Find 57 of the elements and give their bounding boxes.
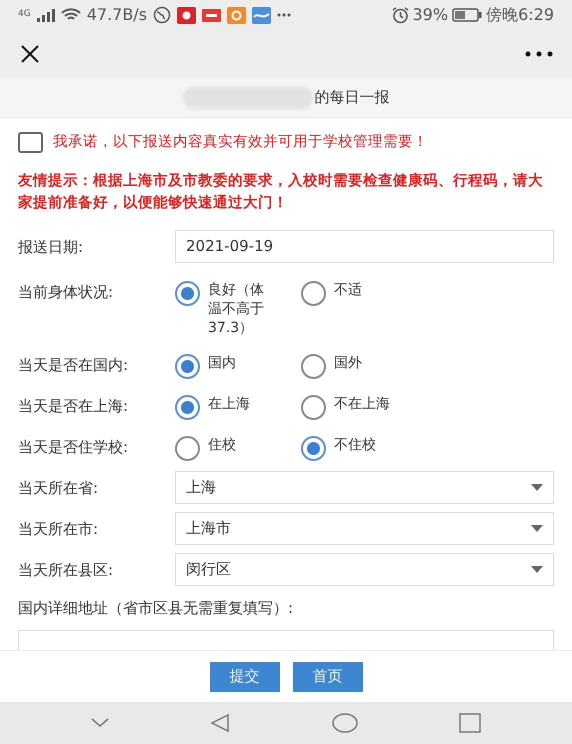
- radio-option[interactable]: 不住校: [301, 430, 427, 461]
- form-button[interactable]: 首页: [292, 662, 362, 692]
- field-label: 当天所在县区:: [18, 560, 114, 581]
- radio-option[interactable]: 不在上海: [301, 388, 427, 420]
- radio-button[interactable]: [175, 354, 200, 379]
- form-button[interactable]: 提交: [210, 662, 280, 692]
- select-field[interactable]: 闵行区: [175, 552, 554, 586]
- clock-time: 傍晚6:29: [486, 4, 554, 26]
- more-icon: [277, 13, 292, 17]
- radio-button[interactable]: [301, 280, 326, 306]
- field-label: 当天所在市:: [18, 518, 100, 540]
- pledge-text: 我承诺，以下报送内容真实有效并可用于学校管理需要！: [53, 132, 428, 152]
- recents-icon[interactable]: [459, 713, 482, 733]
- signal-icon: [36, 8, 55, 22]
- alarm-icon: [392, 6, 408, 24]
- field-label: 当天所在省:: [18, 478, 100, 499]
- field-label: 报送日期:: [18, 236, 84, 258]
- radio-option[interactable]: 不适: [301, 274, 427, 338]
- app-icon: [227, 6, 246, 24]
- radio-button[interactable]: [301, 354, 326, 379]
- back-icon[interactable]: [210, 713, 230, 733]
- wifi-icon: [60, 8, 81, 22]
- radio-button[interactable]: [301, 436, 326, 461]
- field-label: 当天是否在国内:: [18, 354, 130, 376]
- pledge-checkbox[interactable]: [18, 132, 43, 154]
- radio-option[interactable]: 国外: [301, 348, 427, 379]
- battery-percent: 39%: [412, 4, 448, 26]
- dropdown-caret-icon: [531, 524, 543, 532]
- select-field[interactable]: 上海: [175, 470, 554, 504]
- home-icon[interactable]: [332, 713, 358, 733]
- page-title: 的每日一报: [314, 87, 390, 108]
- dropdown-caret-icon: [531, 566, 543, 573]
- address-label: 国内详细地址（省市区县无需重复填写）:: [18, 598, 294, 617]
- chevron-down-icon[interactable]: [90, 718, 109, 728]
- radio-option[interactable]: 住校: [175, 430, 301, 461]
- radio-button[interactable]: [301, 394, 326, 420]
- more-icon: [525, 51, 553, 57]
- date-field[interactable]: 2021-09-19: [175, 230, 554, 263]
- radio-button[interactable]: [175, 280, 200, 306]
- radio-option[interactable]: 良好（体温不高于37.3）: [175, 274, 301, 338]
- field-label: 当前身体状况:: [18, 282, 114, 303]
- dropdown-caret-icon: [531, 484, 543, 491]
- notice-text: 友情提示：根据上海市及市教委的要求，入校时需要检查健康码、行程码，请大家提前准备好，以便能够快速通过大门！: [16, 172, 544, 213]
- radio-option[interactable]: 国内: [175, 348, 301, 379]
- radio-button[interactable]: [175, 394, 200, 420]
- app-icon: [252, 6, 272, 24]
- app-icon: [202, 8, 222, 22]
- select-field[interactable]: 上海市: [175, 512, 554, 545]
- network-type: 4G: [18, 8, 31, 21]
- radio-button[interactable]: [175, 436, 200, 461]
- radio-option[interactable]: 在上海: [175, 388, 301, 420]
- network-speed: 47.7B/s: [86, 4, 148, 26]
- battery-icon: [452, 8, 482, 22]
- close-icon: [20, 44, 40, 64]
- field-label: 当天是否在上海:: [18, 396, 130, 417]
- app-icon: [177, 6, 196, 24]
- field-label: 当天是否住学校:: [18, 436, 130, 458]
